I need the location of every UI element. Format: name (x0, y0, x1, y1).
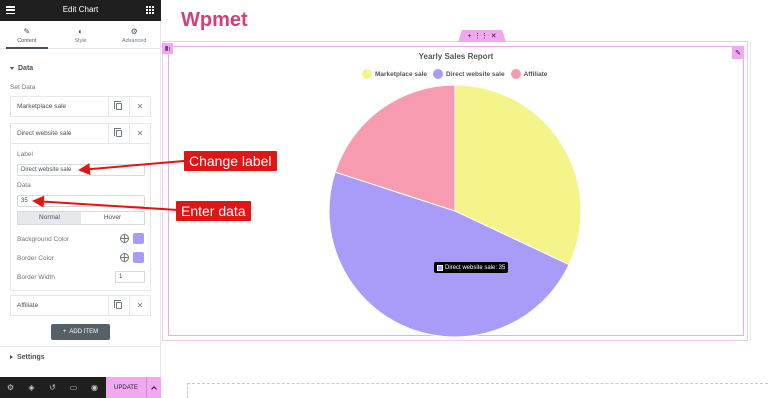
update-options-button[interactable] (146, 377, 161, 398)
set-data-label: Set Data (10, 84, 36, 91)
border-width-label: Border Width (17, 274, 55, 281)
copy-icon (114, 300, 122, 309)
half-circle-icon: ◐ (78, 27, 83, 36)
label-input[interactable]: Direct website sale (17, 164, 145, 176)
caret-right-icon (10, 355, 13, 360)
panel-header: Edit Chart (0, 0, 161, 21)
repeater-item-label: Affiliate (17, 302, 39, 309)
border-color-control: Border Color (17, 252, 145, 266)
background-color-swatch[interactable] (133, 233, 144, 244)
tooltip-swatch (437, 264, 443, 271)
border-color-label: Border Color (17, 255, 54, 262)
close-icon: ✕ (136, 102, 144, 111)
panel-tabs: ✎ Content ◐ Style ⚙ Advanced (0, 21, 161, 49)
widgets-grid-icon[interactable] (146, 6, 154, 14)
responsive-icon[interactable]: ▭ (69, 383, 78, 392)
background-color-control: Background Color (17, 233, 145, 247)
add-item-label: ADD ITEM (69, 329, 99, 335)
border-color-swatch[interactable] (133, 252, 144, 263)
tab-normal[interactable]: Normal (18, 212, 81, 224)
gear-icon: ⚙ (130, 27, 138, 36)
panel-footer: ⚙ ◈ ↺ ▭ ◉ UPDATE (0, 377, 161, 398)
tooltip-text: Direct website sale: 35 (445, 264, 506, 271)
border-width-input[interactable]: 1 (115, 271, 145, 283)
remove-button[interactable]: ✕ (129, 124, 150, 143)
copy-icon (114, 128, 122, 137)
globe-icon[interactable] (120, 253, 129, 262)
close-icon: ✕ (136, 129, 144, 138)
repeater-item-editor: Label Direct website sale Data 35 Normal… (10, 144, 151, 291)
tab-content[interactable]: ✎ Content (0, 21, 54, 49)
duplicate-button[interactable] (108, 97, 129, 116)
pie-chart (328, 84, 582, 338)
plus-icon: + (62, 329, 67, 335)
chart-tooltip: Direct website sale: 35 (434, 262, 509, 273)
preview-icon[interactable]: ◉ (90, 383, 99, 392)
state-toggle: Normal Hover (17, 211, 145, 225)
close-icon: ✕ (136, 301, 144, 310)
tab-advanced-label: Advanced (121, 38, 147, 44)
border-width-control: Border Width 1 (17, 271, 145, 285)
settings-section-toggle[interactable]: Settings (10, 354, 45, 361)
layers-icon[interactable]: ◈ (27, 383, 36, 392)
editor-panel: Edit Chart ✎ Content ◐ Style ⚙ Advanced … (0, 0, 161, 398)
tab-style-label: Style (74, 38, 87, 44)
panel-title: Edit Chart (62, 5, 99, 14)
repeater-item-label: Marketplace sale (17, 103, 67, 110)
chevron-up-icon (151, 385, 157, 392)
caret-down-icon (10, 66, 14, 70)
label-field-label: Label (17, 151, 33, 158)
data-section-toggle[interactable]: Data (10, 65, 33, 72)
remove-button[interactable]: ✕ (129, 296, 150, 315)
copy-icon (114, 101, 122, 110)
repeater-item-direct[interactable]: Direct website sale ✕ (10, 123, 151, 144)
annotation-change-label: Change label (184, 151, 277, 171)
annotation-enter-data: Enter data (176, 201, 251, 221)
preview-canvas: Wpmet + ⋮⋮ ✕ ▦ ✎ Yearly Sales Report Mar… (162, 0, 768, 398)
repeater-item-label: Direct website sale (17, 130, 72, 137)
remove-button[interactable]: ✕ (129, 97, 150, 116)
settings-section-label: Settings (17, 354, 45, 361)
tab-style[interactable]: ◐ Style (54, 21, 108, 48)
tab-hover[interactable]: Hover (81, 212, 144, 224)
update-button[interactable]: UPDATE (106, 377, 146, 398)
divider (0, 346, 161, 347)
tab-content-label: Content (17, 38, 37, 44)
settings-icon[interactable]: ⚙ (6, 383, 15, 392)
add-item-button[interactable]: + ADD ITEM (51, 324, 110, 340)
data-field-label: Data (17, 182, 31, 189)
history-icon[interactable]: ↺ (48, 383, 57, 392)
globe-icon[interactable] (120, 234, 129, 243)
duplicate-button[interactable] (108, 296, 129, 315)
data-input[interactable]: 35 (17, 195, 145, 207)
background-color-label: Background Color (17, 236, 70, 243)
tab-advanced[interactable]: ⚙ Advanced (107, 21, 161, 48)
repeater-item-marketplace[interactable]: Marketplace sale ✕ (10, 96, 151, 117)
drop-zone[interactable] (187, 383, 768, 398)
pencil-icon: ✎ (23, 27, 31, 36)
repeater-item-affiliate[interactable]: Affiliate ✕ (10, 295, 151, 316)
duplicate-button[interactable] (108, 124, 129, 143)
data-section-label: Data (18, 65, 34, 72)
app: Edit Chart ✎ Content ◐ Style ⚙ Advanced … (0, 0, 768, 398)
